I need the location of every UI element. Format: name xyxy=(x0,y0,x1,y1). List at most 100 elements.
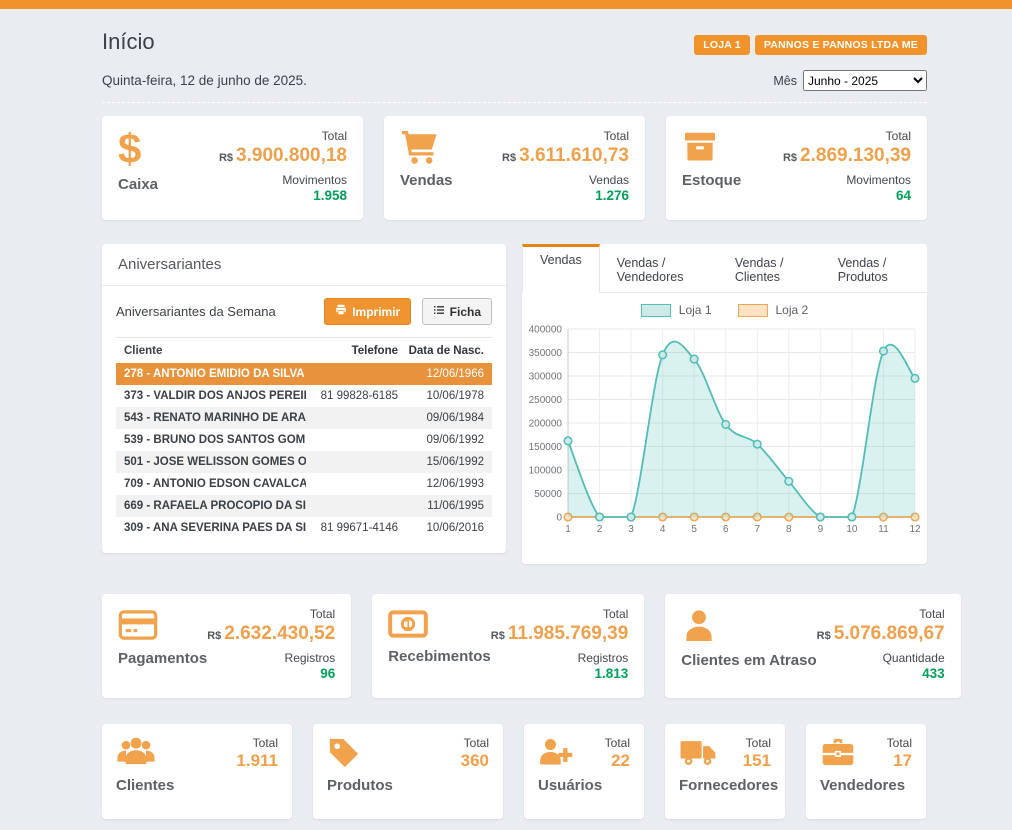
currency-prefix: R$ xyxy=(219,152,233,164)
sub-value: 1.958 xyxy=(219,188,347,203)
sub-value: 433 xyxy=(817,666,945,681)
birthdays-table-header: Cliente Telefone Data de Nasc. xyxy=(116,338,492,363)
fornecedores-card: Total 151 Fornecedores xyxy=(665,724,785,819)
svg-text:0: 0 xyxy=(556,513,562,524)
briefcase-icon xyxy=(820,736,856,771)
tab-vendas-clientes[interactable]: Vendas / Clientes xyxy=(718,244,821,292)
table-row[interactable]: 539 - BRUNO DOS SANTOS GOMES09/06/1992 xyxy=(116,429,492,451)
clientes-atraso-card: Clientes em Atraso Total R$5.076.869,67 … xyxy=(665,594,960,698)
card-label: Fornecedores xyxy=(679,777,771,794)
total-value: 5.076.869,67 xyxy=(834,623,945,644)
printer-icon xyxy=(335,304,347,319)
count-cards-row: Total 1.911 Clientes Total 360 Produtos xyxy=(102,724,927,819)
month-label: Mês xyxy=(773,74,797,88)
page-title: Início xyxy=(102,29,155,55)
total-label: Total xyxy=(887,736,912,750)
card-label: Vendas xyxy=(400,172,453,189)
svg-text:1: 1 xyxy=(565,524,571,535)
sub-label: Registros xyxy=(491,651,629,665)
count-value: 360 xyxy=(461,751,489,771)
chart-legend: Loja 1 Loja 2 xyxy=(526,303,923,317)
total-label: Total xyxy=(491,607,629,621)
total-label: Total xyxy=(743,736,771,750)
pagamentos-card: Pagamentos Total R$2.632.430,52 Registro… xyxy=(102,594,351,698)
clientes-card: Total 1.911 Clientes xyxy=(102,724,292,819)
total-value: 2.869.130,39 xyxy=(800,145,911,166)
total-value: 2.632.430,52 xyxy=(224,623,335,644)
estoque-card: Estoque Total R$2.869.130,39 Movimentos … xyxy=(666,116,927,220)
svg-text:9: 9 xyxy=(818,524,824,535)
sub-label: Movimentos xyxy=(783,173,911,187)
total-label: Total xyxy=(605,736,630,750)
summary-cards-row-2: Pagamentos Total R$2.632.430,52 Registro… xyxy=(102,594,927,698)
loja2-legend-label: Loja 2 xyxy=(776,303,809,317)
svg-text:2: 2 xyxy=(597,524,603,535)
table-row[interactable]: 309 - ANA SEVERINA PAES DA SILVA81 99671… xyxy=(116,517,492,539)
currency-prefix: R$ xyxy=(817,630,831,642)
sales-chart-panel: Loja 1 Loja 2 05000010000015000020000025… xyxy=(522,293,927,564)
recebimentos-card: 1 Recebimentos Total R$11.985.769,39 Reg… xyxy=(372,594,644,698)
svg-text:3: 3 xyxy=(628,524,634,535)
currency-prefix: R$ xyxy=(207,630,221,642)
tab-vendas[interactable]: Vendas xyxy=(522,244,600,293)
cart-icon xyxy=(400,129,453,165)
svg-text:1: 1 xyxy=(405,617,412,631)
card-label: Estoque xyxy=(682,172,741,189)
svg-text:50000: 50000 xyxy=(534,489,562,500)
sales-tabs: Vendas Vendas / Vendedores Vendas / Clie… xyxy=(522,244,927,293)
table-row[interactable]: 669 - RAFAELA PROCOPIO DA SILVA CA...11/… xyxy=(116,495,492,517)
dollar-icon: $ xyxy=(118,129,158,169)
sub-value: 1.813 xyxy=(491,666,629,681)
total-label: Total xyxy=(502,129,629,143)
truck-icon xyxy=(679,736,717,771)
svg-text:4: 4 xyxy=(660,524,666,535)
caixa-card: $ Caixa Total R$3.900.800,18 Movimentos … xyxy=(102,116,363,220)
svg-text:350000: 350000 xyxy=(529,348,563,359)
svg-text:5: 5 xyxy=(691,524,697,535)
store-badge[interactable]: LOJA 1 xyxy=(694,35,750,55)
tab-vendas-vendedores[interactable]: Vendas / Vendedores xyxy=(600,244,718,292)
currency-prefix: R$ xyxy=(783,152,797,164)
card-label: Produtos xyxy=(327,777,489,794)
month-select[interactable]: Junho - 2025 xyxy=(803,70,927,91)
company-badge: PANNOS E PANNOS LTDA ME xyxy=(755,35,927,55)
total-label: Total xyxy=(817,607,945,621)
ficha-button[interactable]: Ficha xyxy=(422,298,492,325)
vendas-card: Vendas Total R$3.611.610,73 Vendas 1.276 xyxy=(384,116,645,220)
header-subrow: Quinta-feira, 12 de junho de 2025. Mês J… xyxy=(102,70,927,103)
print-button[interactable]: Imprimir xyxy=(324,298,411,325)
total-value: 3.900.800,18 xyxy=(236,145,347,166)
svg-text:100000: 100000 xyxy=(529,466,563,477)
birthdays-table: Cliente Telefone Data de Nasc. 278 - ANT… xyxy=(116,337,492,539)
box-icon xyxy=(682,129,741,165)
svg-text:250000: 250000 xyxy=(529,395,563,406)
page-header: Início LOJA 1 PANNOS E PANNOS LTDA ME xyxy=(102,9,927,55)
card-label: Usuários xyxy=(538,777,630,794)
card-label: Pagamentos xyxy=(118,650,207,667)
table-row[interactable]: 278 - ANTONIO EMIDIO DA SILVA (PALE...12… xyxy=(116,363,492,385)
card-label: Recebimentos xyxy=(388,648,491,665)
count-value: 1.911 xyxy=(236,751,278,771)
total-label: Total xyxy=(236,736,278,750)
svg-text:150000: 150000 xyxy=(529,442,563,453)
loja1-legend-label: Loja 1 xyxy=(679,303,712,317)
card-label: Vendedores xyxy=(820,777,912,794)
currency-prefix: R$ xyxy=(502,152,516,164)
table-row[interactable]: 709 - ANTONIO EDSON CAVALCANTE D...12/06… xyxy=(116,473,492,495)
svg-text:200000: 200000 xyxy=(529,419,563,430)
produtos-card: Total 360 Produtos xyxy=(313,724,503,819)
table-row[interactable]: 373 - VALDIR DOS ANJOS PEREIRA (AN...81 … xyxy=(116,385,492,407)
count-value: 17 xyxy=(887,751,912,771)
table-row[interactable]: 543 - RENATO MARINHO DE ARAUJO (F...09/0… xyxy=(116,407,492,429)
tag-icon xyxy=(327,736,361,771)
credit-card-icon xyxy=(118,607,207,643)
list-icon xyxy=(433,304,445,319)
svg-text:300000: 300000 xyxy=(529,372,563,383)
card-label: Clientes xyxy=(116,777,278,794)
table-row[interactable]: 501 - JOSE WELISSON GOMES OLIVEIR...15/0… xyxy=(116,451,492,473)
sub-label: Quantidade xyxy=(817,651,945,665)
tab-vendas-produtos[interactable]: Vendas / Produtos xyxy=(821,244,927,292)
svg-text:6: 6 xyxy=(723,524,729,535)
current-date: Quinta-feira, 12 de junho de 2025. xyxy=(102,73,307,88)
currency-prefix: R$ xyxy=(491,630,505,642)
